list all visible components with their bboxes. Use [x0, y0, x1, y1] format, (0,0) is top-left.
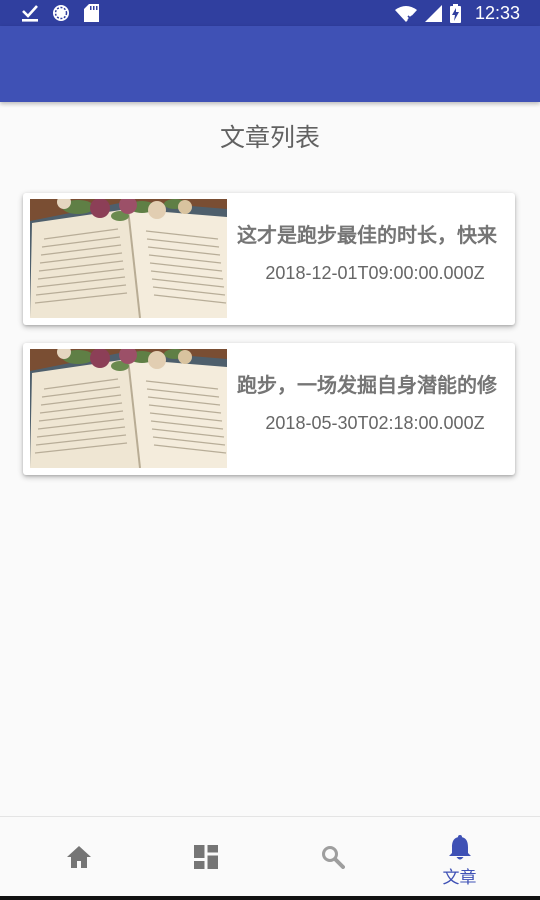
nav-home[interactable] [11, 817, 146, 897]
search-icon [321, 846, 345, 869]
bell-icon [448, 835, 471, 860]
screen-bottom-edge [0, 896, 540, 900]
article-date: 2018-05-30T02:18:00.000Z [265, 413, 485, 433]
sync-icon [53, 5, 69, 21]
status-time: 12:33 [474, 2, 520, 23]
nav-articles-label: 文章 [442, 868, 477, 888]
article-date: 2018-12-01T09:00:00.000Z [265, 263, 485, 283]
article-title: 跑步，一场发掘自身潜能的修 [237, 373, 497, 397]
nav-articles[interactable]: 文章 [392, 817, 527, 897]
dashboard-icon [193, 845, 218, 869]
nav-search[interactable] [265, 817, 400, 897]
wifi-icon [394, 5, 417, 22]
article-thumbnail [30, 349, 227, 468]
article-card[interactable]: 跑步，一场发掘自身潜能的修 2018-05-30T02:18:00.000Z [23, 343, 515, 475]
nav-dashboard[interactable] [138, 817, 273, 897]
article-title: 这才是跑步最佳的时长，快来 [237, 223, 497, 247]
home-icon [66, 846, 91, 868]
app-bar [0, 26, 540, 102]
article-card[interactable]: 这才是跑步最佳的时长，快来 2018-12-01T09:00:00.000Z [23, 193, 515, 325]
battery-icon [449, 3, 461, 23]
download-done-icon [22, 5, 38, 22]
status-bar: 12:33 [0, 0, 540, 26]
signal-icon [424, 4, 442, 22]
bottom-navigation: 文章 [0, 816, 540, 897]
article-thumbnail [30, 199, 227, 318]
page-title: 文章列表 [219, 123, 320, 152]
sd-card-icon [84, 4, 99, 22]
